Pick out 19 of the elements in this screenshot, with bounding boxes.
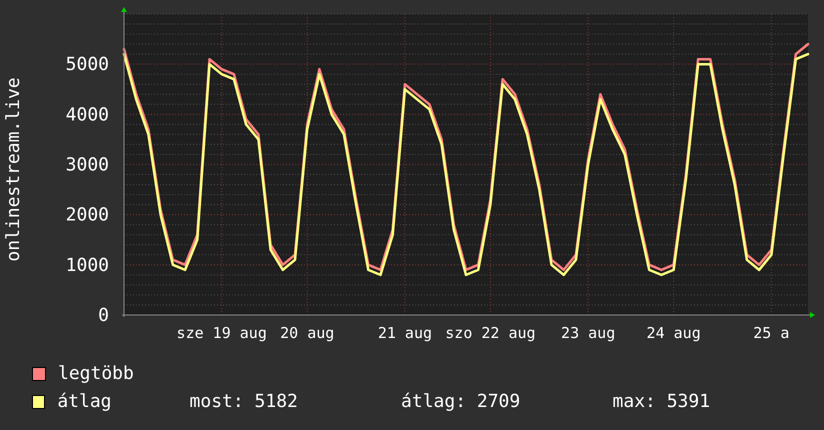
legend-stat: átlag: 2709 [401,390,522,414]
x-tick-label: 25 a [753,324,790,342]
x-tick-label: sze 19 aug [176,324,267,342]
y-tick-label: 1000 [66,254,109,276]
y-tick-label: 0 [98,305,109,326]
legend-label: átlag [57,390,113,414]
y-tick-label: 3000 [66,154,109,176]
x-tick-label: 24 aug [646,324,701,342]
x-tick-label: 20 aug [280,324,334,342]
legend-stat: max: 5391 [612,390,712,414]
legend-stat: most: 5182 [190,390,299,414]
legend-label: legtöbb [58,362,135,386]
y-tick-label: 5000 [66,54,109,76]
y-axis-title: onlinestream.live [3,77,24,262]
x-tick-label: szo 22 aug [445,324,536,342]
y-tick-label: 4000 [66,104,109,126]
x-tick-label: 21 aug [378,324,432,342]
x-tick-label: 23 aug [561,324,616,342]
y-tick-label: 2000 [66,204,109,226]
